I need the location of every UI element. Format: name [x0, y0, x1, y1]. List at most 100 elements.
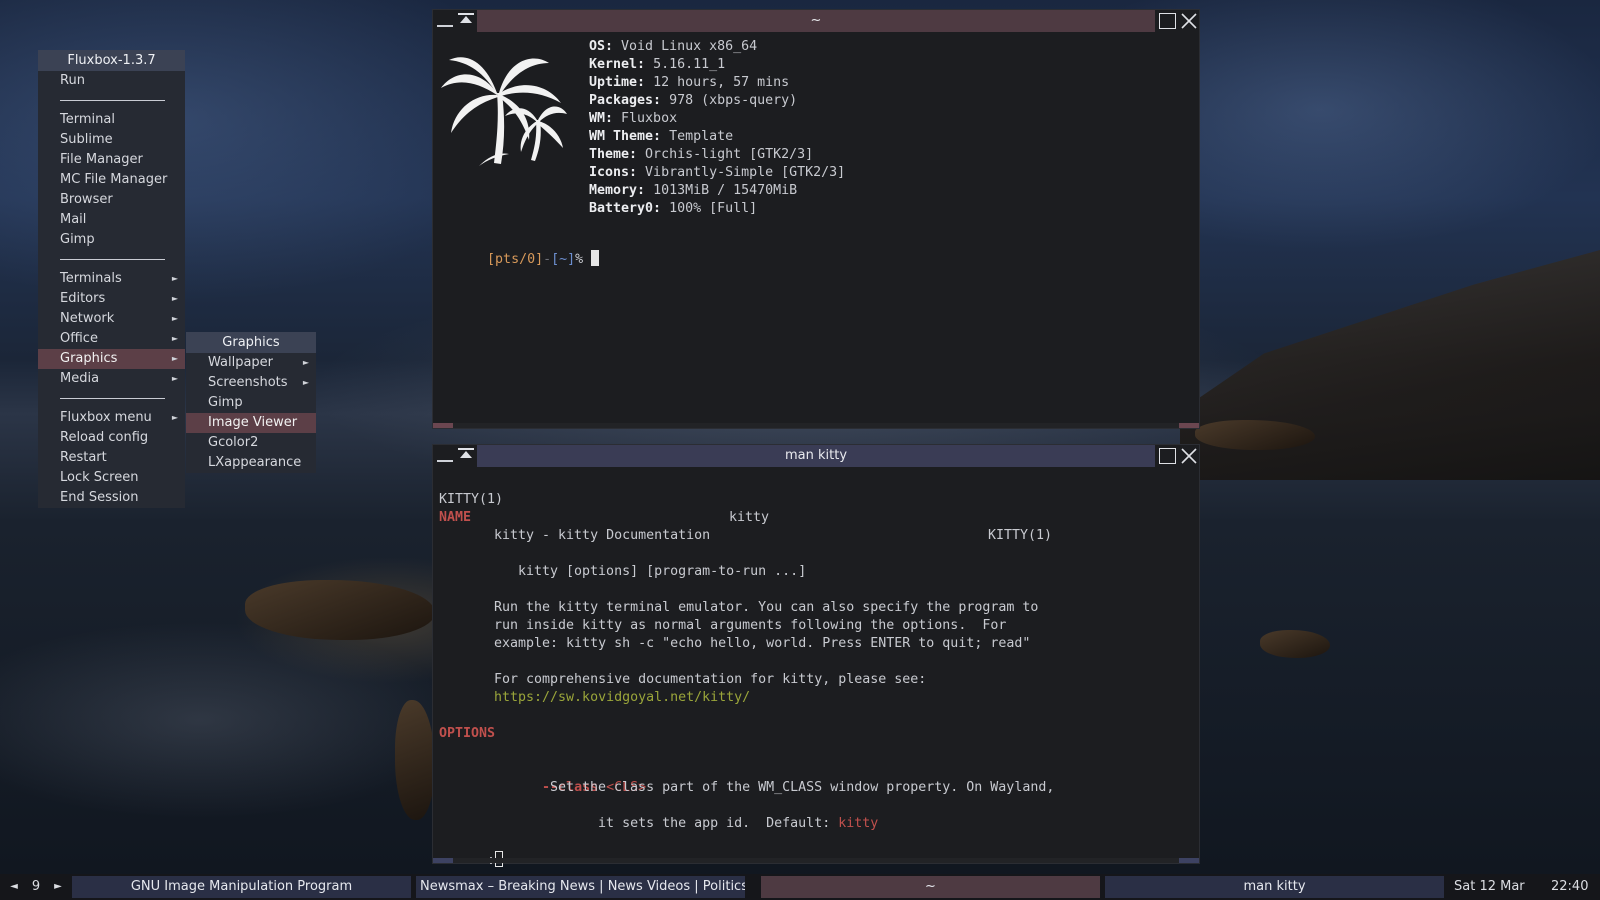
menu-item-gimp[interactable]: Gimp — [38, 230, 185, 250]
menu-separator — [38, 389, 185, 408]
close-icon[interactable] — [1180, 12, 1198, 30]
man-option: --class <CLS> — [439, 761, 1193, 795]
menu-item-label: Terminal — [60, 112, 115, 127]
menu-item-terminal[interactable]: Terminal — [38, 110, 185, 130]
submenu-arrow-icon: ► — [171, 413, 178, 422]
menu-item-label: MC File Manager — [60, 172, 168, 187]
taskbar-item[interactable]: Newsmax – Breaking News | News Videos | … — [416, 876, 745, 898]
menu-item-label: Network — [60, 311, 115, 326]
fetch-colon: : — [637, 75, 646, 90]
submenu-item-wallpaper[interactable]: Wallpaper ► — [186, 353, 316, 373]
terminal-window-man-kitty[interactable]: man kitty KITTY(1) kitty KITTY(1) NAME k… — [432, 444, 1200, 868]
fetch-line: OS: Void Linux x86_64 — [589, 38, 845, 56]
close-icon[interactable] — [1180, 447, 1198, 465]
submenu-item-screenshots[interactable]: Screenshots ► — [186, 373, 316, 393]
menu-item-restart[interactable]: Restart — [38, 448, 185, 468]
shade-icon[interactable] — [457, 12, 475, 26]
resize-handle-right[interactable] — [1179, 858, 1199, 863]
submenu-arrow-icon: ► — [302, 358, 309, 367]
resize-handle-left[interactable] — [433, 423, 453, 428]
menu-item-run[interactable]: Run — [38, 71, 185, 91]
menu-item-reload-config[interactable]: Reload config — [38, 428, 185, 448]
menu-item-file-manager[interactable]: File Manager — [38, 150, 185, 170]
fetch-colon: : — [605, 111, 614, 126]
menu-title: Fluxbox-1.3.7 — [38, 50, 185, 71]
fetch-value: Vibrantly-Simple [GTK2/3] — [637, 165, 846, 180]
menu-item-mail[interactable]: Mail — [38, 210, 185, 230]
menu-item-browser[interactable]: Browser — [38, 190, 185, 210]
fetch-value: 1013MiB / 15470MiB — [645, 183, 798, 198]
terminal-window-home[interactable]: ~ OS: Void Linux x86_64 Kernel: 5.16.11_… — [432, 9, 1200, 429]
menu-item-label: Run — [60, 73, 85, 88]
man-synopsis: kitty [options] [program-to-run ...] — [518, 564, 807, 579]
menu-item-label: Terminals — [60, 271, 122, 286]
option-default: kitty — [838, 816, 879, 831]
submenu-item-gcolor2[interactable]: Gcolor2 — [186, 433, 316, 453]
menu-item-media[interactable]: Media ► — [38, 369, 185, 389]
submenu-items: Wallpaper ► Screenshots ► Gimp Image Viewer Gc… — [186, 353, 316, 473]
maximize-icon[interactable] — [1159, 13, 1176, 29]
workspace-prev-button[interactable]: ◄ — [6, 874, 22, 900]
man-section-options: OPTIONS — [439, 726, 496, 741]
clock-date: Sat 12 Mar — [1454, 879, 1525, 894]
resize-grip[interactable] — [433, 858, 1199, 863]
menu-item-label: Editors — [60, 291, 106, 306]
window-titlebar[interactable]: ~ — [433, 10, 1199, 32]
menu-item-terminals[interactable]: Terminals ► — [38, 269, 185, 289]
taskbar-item[interactable]: man kitty — [1105, 876, 1444, 898]
palm-tree-logo — [441, 57, 567, 166]
menu-item-label: Mail — [60, 212, 87, 227]
menu-item-lock-screen[interactable]: Lock Screen — [38, 468, 185, 488]
menu-item-fluxbox-menu[interactable]: Fluxbox menu ► — [38, 408, 185, 428]
man-header-center: kitty — [729, 510, 770, 525]
man-header-right: KITTY(1) — [988, 528, 1053, 543]
menu-item-mc-file-manager[interactable]: MC File Manager — [38, 170, 185, 190]
fetch-value: 978 (xbps-query) — [661, 93, 798, 108]
man-page-body[interactable]: KITTY(1) kitty KITTY(1) NAME kitty - kit… — [439, 473, 1193, 868]
submenu-arrow-icon: ► — [171, 354, 178, 363]
fetch-colon: : — [653, 201, 662, 216]
terminal-body[interactable]: OS: Void Linux x86_64 Kernel: 5.16.11_1 Up… — [439, 38, 1193, 420]
menu-item-label: File Manager — [60, 152, 143, 167]
wallpaper-rock — [1195, 420, 1315, 450]
window-titlebar[interactable]: man kitty — [433, 445, 1199, 467]
taskbar-item-focused[interactable]: ~ — [761, 876, 1100, 898]
shell-prompt[interactable]: [pts/0]-[~]% — [439, 232, 600, 267]
menu-item-end-session[interactable]: End Session — [38, 488, 185, 508]
titlebar-right-buttons — [1155, 10, 1199, 32]
menu-item-office[interactable]: Office ► — [38, 329, 185, 349]
fetch-colon: : — [629, 165, 638, 180]
man-option-desc: Set the class part of the WM_CLASS windo… — [550, 780, 1055, 795]
fetch-colon: : — [637, 57, 646, 72]
resize-grip[interactable] — [433, 423, 1199, 428]
iconify-icon[interactable] — [437, 25, 453, 27]
workspace-name[interactable]: 9 — [28, 874, 44, 900]
titlebar-left-buttons — [433, 445, 477, 467]
workspace-next-button[interactable]: ► — [50, 874, 66, 900]
menu-item-network[interactable]: Network ► — [38, 309, 185, 329]
shade-icon[interactable] — [457, 447, 475, 461]
menu-item-label: Fluxbox menu — [60, 410, 152, 425]
taskbar-item[interactable]: GNU Image Manipulation Program — [72, 876, 411, 898]
menu-item-editors[interactable]: Editors ► — [38, 289, 185, 309]
resize-handle-left[interactable] — [433, 858, 453, 863]
graphics-submenu: Graphics Wallpaper ► Screenshots ► Gimp Image… — [186, 332, 316, 473]
iconify-icon[interactable] — [437, 460, 453, 462]
resize-handle-right[interactable] — [1179, 423, 1199, 428]
menu-item-label: Lock Screen — [60, 470, 139, 485]
submenu-arrow-icon: ► — [171, 294, 178, 303]
menu-item-label: Image Viewer — [208, 415, 298, 430]
submenu-item-gimp[interactable]: Gimp — [186, 393, 316, 413]
menu-item-label: Office — [60, 331, 98, 346]
submenu-item-image-viewer[interactable]: Image Viewer — [186, 413, 316, 433]
man-para-line: example: kitty sh -c "echo hello, world.… — [494, 636, 1031, 651]
fetch-key: Theme — [589, 147, 630, 162]
menu-item-label: Media — [60, 371, 100, 386]
menu-item-sublime[interactable]: Sublime — [38, 130, 185, 150]
man-doc-link[interactable]: https://sw.kovidgoyal.net/kitty/ — [439, 689, 1193, 707]
maximize-icon[interactable] — [1159, 448, 1176, 464]
menu-item-label: Restart — [60, 450, 107, 465]
submenu-item-lxappearance[interactable]: LXappearance — [186, 453, 316, 473]
fetch-value: Orchis-light [GTK2/3] — [637, 147, 814, 162]
menu-item-graphics[interactable]: Graphics ► — [38, 349, 185, 369]
